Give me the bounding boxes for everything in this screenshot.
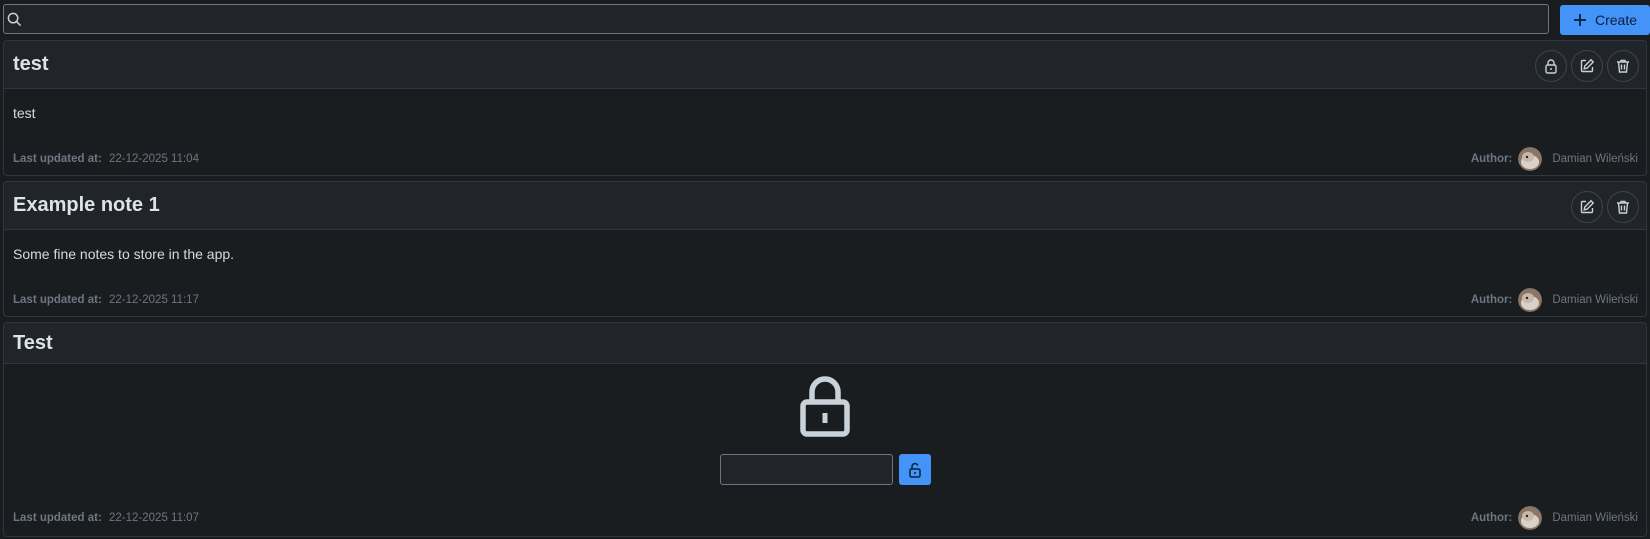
- last-updated-label: Last updated at:: [13, 512, 102, 524]
- edit-button[interactable]: [1571, 50, 1603, 82]
- note-card: Test Last updated at: 22-12-2025 11:07 A…: [3, 322, 1647, 537]
- plus-icon: [1573, 14, 1586, 26]
- note-actions: [1535, 50, 1639, 82]
- note-footer: Last updated at: 22-12-2025 11:07 Author…: [13, 506, 1638, 530]
- trash-icon: [1617, 59, 1629, 73]
- create-button[interactable]: Create: [1560, 5, 1650, 35]
- note-footer: Last updated at: 22-12-2025 11:04 Author…: [13, 147, 1638, 171]
- note-header: Test: [4, 323, 1646, 364]
- search-input[interactable]: [26, 8, 1540, 32]
- edit-icon: [1580, 199, 1595, 214]
- delete-button[interactable]: [1607, 50, 1639, 82]
- note-body: test Last updated at: 22-12-2025 11:04 A…: [4, 89, 1646, 175]
- note-header: Example note 1: [4, 182, 1646, 230]
- author-name: Damian Wileński: [1552, 512, 1638, 524]
- author-name: Damian Wileński: [1552, 153, 1638, 165]
- note-title: Test: [13, 332, 53, 354]
- last-updated-label: Last updated at:: [13, 153, 102, 165]
- last-updated: Last updated at: 22-12-2025 11:07: [13, 512, 199, 524]
- note-header: test: [4, 41, 1646, 89]
- last-updated-value: 22-12-2025 11:07: [109, 512, 199, 524]
- note-title: test: [13, 53, 49, 75]
- author-name: Damian Wileński: [1552, 294, 1638, 306]
- lock-icon: [1545, 59, 1557, 74]
- author-info: Author: Damian Wileński: [1471, 147, 1638, 171]
- note-body: Some fine notes to store in the app. Las…: [4, 230, 1646, 316]
- note-body: Last updated at: 22-12-2025 11:07 Author…: [4, 364, 1646, 536]
- note-title: Example note 1: [13, 194, 160, 216]
- avatar: [1518, 506, 1543, 530]
- note-actions: [1571, 191, 1639, 223]
- unlock-icon: [909, 462, 921, 478]
- lock-button[interactable]: [1535, 50, 1567, 82]
- search-box[interactable]: [3, 4, 1549, 34]
- last-updated-label: Last updated at:: [13, 294, 102, 306]
- author-info: Author: Damian Wileński: [1471, 506, 1638, 530]
- last-updated-value: 22-12-2025 11:17: [109, 294, 199, 306]
- delete-button[interactable]: [1607, 191, 1639, 223]
- avatar: [1518, 288, 1543, 312]
- locked-note-icon: [800, 376, 850, 437]
- search-icon: [7, 12, 22, 27]
- author-label: Author:: [1470, 153, 1513, 165]
- note-content: test: [13, 105, 36, 121]
- top-bar: Create: [3, 4, 1650, 36]
- last-updated-value: 22-12-2025 11:04: [109, 153, 199, 165]
- password-input[interactable]: [720, 454, 893, 485]
- note-card: Example note 1 Some fine notes to store: [3, 181, 1647, 317]
- last-updated: Last updated at: 22-12-2025 11:04: [13, 153, 199, 165]
- last-updated: Last updated at: 22-12-2025 11:17: [13, 294, 199, 306]
- author-label: Author:: [1470, 294, 1513, 306]
- edit-icon: [1580, 58, 1595, 73]
- avatar: [1518, 147, 1543, 171]
- unlock-button[interactable]: [899, 454, 931, 485]
- create-button-label: Create: [1594, 12, 1638, 28]
- edit-button[interactable]: [1571, 191, 1603, 223]
- trash-icon: [1617, 200, 1629, 214]
- author-label: Author:: [1470, 512, 1513, 524]
- note-card: test test Last updated at: 22-12-2025 11…: [3, 40, 1647, 176]
- author-info: Author: Damian Wileński: [1471, 288, 1638, 312]
- note-content: Some fine notes to store in the app.: [13, 246, 235, 262]
- note-footer: Last updated at: 22-12-2025 11:17 Author…: [13, 288, 1638, 312]
